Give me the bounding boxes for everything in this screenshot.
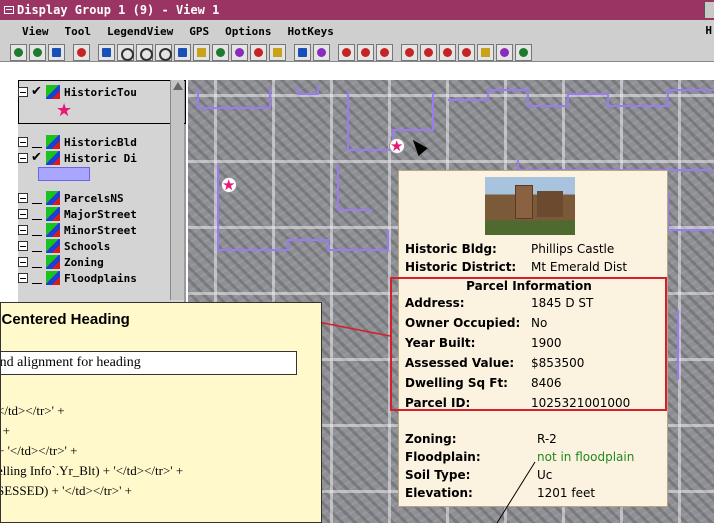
annotation-callout: ith Centered Heading ght and alignment f… <box>0 302 322 523</box>
code-line: SESSED) + '</td></tr>' + <box>0 483 132 498</box>
callout-subtitle: ght and alignment for heading <box>1 351 297 375</box>
code-line: ' + <box>1 423 10 438</box>
callout-title: ith Centered Heading <box>1 311 130 328</box>
code-line: </td></tr>' + <box>0 403 65 418</box>
code-line: + '</td></tr>' + <box>0 443 78 458</box>
code-line: elling Info`.Yr_Blt) + '</td></tr>' + <box>0 463 184 478</box>
